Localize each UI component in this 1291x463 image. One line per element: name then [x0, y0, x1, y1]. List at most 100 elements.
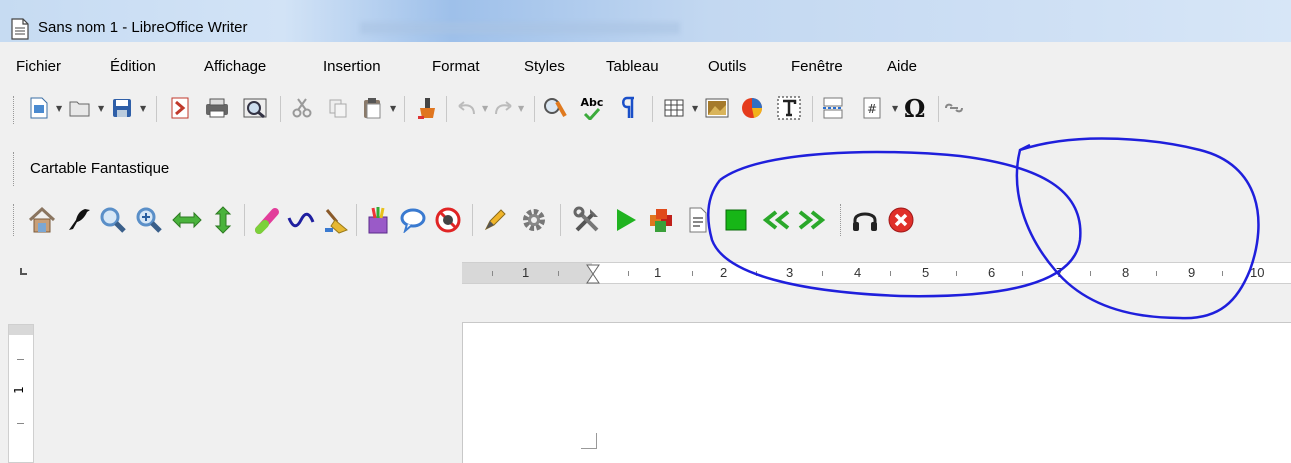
- fast-forward-icon[interactable]: [794, 204, 830, 236]
- insert-image-icon[interactable]: [702, 94, 732, 122]
- wave-icon[interactable]: [286, 204, 316, 236]
- page-break-icon[interactable]: [818, 94, 848, 122]
- ruler-tick: [492, 271, 493, 276]
- menu-bar: Fichier Édition Affichage Insertion Form…: [0, 52, 1291, 82]
- cubes-icon[interactable]: [646, 204, 678, 236]
- spellcheck-label: Abc: [580, 95, 604, 109]
- ruler-tick: [1090, 271, 1091, 276]
- ruler-tick: [628, 271, 629, 276]
- horizontal-ruler[interactable]: 1 1 2 3 4 5 6 7 8 9 10: [462, 262, 1291, 284]
- hyperlink-icon[interactable]: [944, 94, 964, 122]
- ruler-tick: [1222, 271, 1223, 276]
- ruler-tick: [756, 271, 757, 276]
- ruler-number: 2: [720, 265, 728, 280]
- menu-format[interactable]: Format: [432, 58, 480, 75]
- document-icon[interactable]: [684, 204, 712, 236]
- stop-icon[interactable]: [720, 204, 752, 236]
- ruler-number: 9: [1188, 265, 1196, 280]
- separator: [404, 96, 405, 122]
- standard-toolbar: ▼ ▼ ▼ ▼ ▼ ▼ Abc ▼ # ▼ Ω: [0, 88, 1291, 128]
- rewind-icon[interactable]: [758, 204, 794, 236]
- indent-marker-icon[interactable]: [586, 264, 600, 288]
- menu-insertion[interactable]: Insertion: [323, 58, 381, 75]
- save-icon[interactable]: [108, 94, 136, 122]
- ruler-tick: [1022, 271, 1023, 276]
- tab-stop-selector[interactable]: [20, 268, 27, 275]
- blurred-region: [360, 22, 680, 34]
- separator: [356, 204, 357, 236]
- ruler-number: 5: [922, 265, 930, 280]
- new-doc-icon[interactable]: [26, 94, 52, 122]
- insert-table-icon[interactable]: [660, 94, 688, 122]
- formatting-marks-icon[interactable]: [616, 94, 642, 122]
- pencil-icon[interactable]: [480, 204, 510, 236]
- paste-dropdown-icon[interactable]: ▼: [390, 104, 396, 113]
- play-icon[interactable]: [610, 204, 642, 236]
- menu-edition[interactable]: Édition: [110, 58, 156, 75]
- print-preview-icon[interactable]: [240, 94, 270, 122]
- menu-fenetre[interactable]: Fenêtre: [791, 58, 843, 75]
- toolbar-grip[interactable]: [13, 204, 16, 236]
- no-entry-icon[interactable]: [432, 204, 464, 236]
- open-folder-icon[interactable]: [66, 94, 94, 122]
- export-pdf-icon[interactable]: [166, 94, 194, 122]
- find-replace-icon[interactable]: [540, 94, 570, 122]
- insert-field-icon[interactable]: #: [858, 94, 886, 122]
- clone-formatting-icon[interactable]: [412, 94, 440, 122]
- insert-chart-icon[interactable]: [738, 94, 766, 122]
- insert-textbox-icon[interactable]: [774, 94, 804, 122]
- copy-icon[interactable]: [324, 94, 352, 122]
- writer-document-icon: [10, 18, 30, 44]
- horizontal-arrows-icon[interactable]: [170, 204, 204, 236]
- ruler-tick: [558, 271, 559, 276]
- table-dropdown-icon[interactable]: ▼: [692, 104, 698, 113]
- cut-icon[interactable]: [288, 94, 316, 122]
- new-dropdown-icon[interactable]: ▼: [56, 104, 62, 113]
- undo-dropdown-icon[interactable]: ▼: [482, 104, 488, 113]
- separator: [652, 96, 653, 122]
- undo-icon[interactable]: [454, 94, 480, 122]
- separator: [446, 96, 447, 122]
- save-dropdown-icon[interactable]: ▼: [140, 104, 146, 113]
- highlighter-icon[interactable]: [252, 204, 282, 236]
- home-icon[interactable]: [26, 204, 58, 236]
- document-page[interactable]: [462, 322, 1291, 463]
- field-dropdown-icon[interactable]: ▼: [892, 104, 898, 113]
- svg-text:Ω: Ω: [904, 95, 925, 121]
- ruler-number: 8: [1122, 265, 1130, 280]
- headphones-icon[interactable]: [848, 204, 882, 236]
- menu-aide[interactable]: Aide: [887, 58, 917, 75]
- broom-icon[interactable]: [320, 204, 350, 236]
- redo-icon[interactable]: [490, 94, 516, 122]
- ruler-number: 7: [1056, 265, 1064, 280]
- redo-dropdown-icon[interactable]: ▼: [518, 104, 524, 113]
- close-circle-icon[interactable]: [884, 204, 918, 236]
- vertical-ruler[interactable]: 1: [8, 324, 34, 463]
- settings-gear-icon[interactable]: [518, 204, 550, 236]
- speech-bubble-icon[interactable]: [398, 204, 428, 236]
- vertical-ruler-margin: [9, 325, 33, 335]
- paste-icon[interactable]: [358, 94, 386, 122]
- menu-tableau[interactable]: Tableau: [606, 58, 659, 75]
- menu-styles[interactable]: Styles: [524, 58, 565, 75]
- tools-icon[interactable]: [570, 204, 604, 236]
- paint-pots-icon[interactable]: [362, 204, 394, 236]
- ruler-number: 10: [1250, 265, 1265, 280]
- bird-icon[interactable]: [64, 204, 92, 236]
- special-character-icon[interactable]: Ω: [900, 94, 930, 122]
- menu-outils[interactable]: Outils: [708, 58, 746, 75]
- menu-fichier[interactable]: Fichier: [16, 58, 61, 75]
- open-dropdown-icon[interactable]: ▼: [98, 104, 104, 113]
- zoom-icon[interactable]: [98, 204, 128, 236]
- spellcheck-icon[interactable]: Abc: [576, 92, 608, 124]
- zoom-in-icon[interactable]: [134, 204, 164, 236]
- toolbar-grip[interactable]: [13, 152, 16, 186]
- ruler-tick: [17, 423, 24, 424]
- vertical-arrows-icon[interactable]: [210, 204, 236, 236]
- toolbar-grip[interactable]: [13, 96, 16, 124]
- cartable-toolbar-title: Cartable Fantastique: [30, 160, 170, 177]
- window-title: Sans nom 1 - LibreOffice Writer: [38, 19, 248, 36]
- print-icon[interactable]: [202, 94, 232, 122]
- menu-affichage[interactable]: Affichage: [204, 58, 266, 75]
- separator: [560, 204, 561, 236]
